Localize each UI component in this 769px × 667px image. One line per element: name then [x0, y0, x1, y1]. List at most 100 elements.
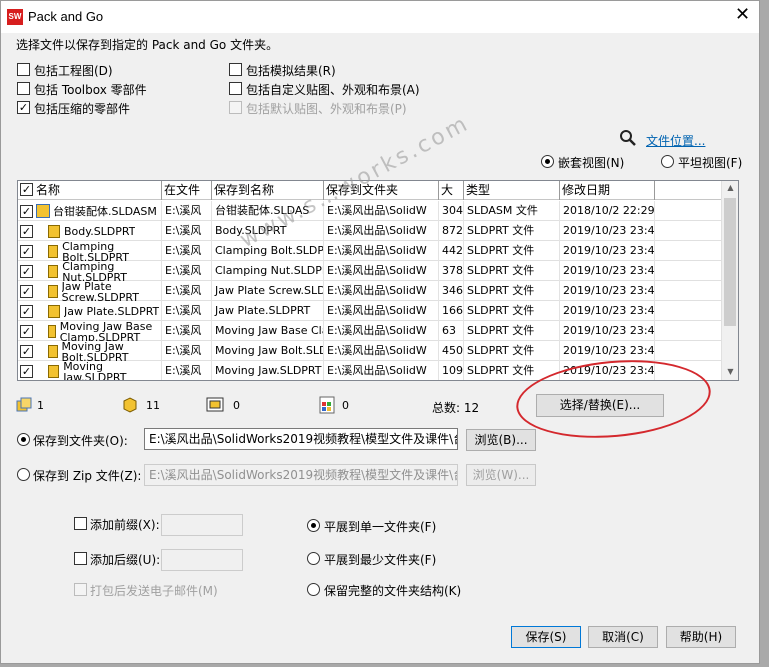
column-header-size[interactable]: 大 [439, 181, 464, 200]
cell-name: Clamping Nut.SLDPRT [34, 261, 162, 281]
part-icon [48, 324, 56, 338]
table-row[interactable]: ✓ Jaw Plate.SLDPRT E:\溪风 Jaw Plate.SLDPRT E:… [18, 301, 722, 321]
row-checkbox[interactable]: ✓ [20, 245, 33, 258]
include-toolbox-label: 包括 Toolbox 零部件 [34, 83, 147, 97]
file-list-table: ✓ 名称 在文件 保存到名称 保存到文件夹 大 类型 修改日期 ✓ 台钳装配体.S… [17, 180, 739, 381]
include-default-decals-checkbox[interactable] [229, 101, 242, 114]
save-folder-path-input[interactable]: E:\溪风出品\SolidWorks2019视频教程\模型文件及课件\台 [144, 428, 458, 450]
column-header-name[interactable]: 名称 [34, 181, 162, 200]
table-row[interactable]: ✓ Clamping Nut.SLDPRT E:\溪风 Clamping Nut.SL… [18, 261, 722, 281]
cell-size: 166 [439, 301, 464, 321]
pack-and-go-dialog: SW Pack and Go ✕ 选择文件以保存到指定的 Pack and Go… [0, 0, 760, 664]
row-checkbox[interactable]: ✓ [20, 325, 33, 338]
other-files-count: 0 [342, 399, 349, 412]
assembly-count: 1 [37, 399, 44, 412]
cell-date: 2019/10/23 23:45: [560, 321, 655, 341]
cell-name: Body.SLDPRT [34, 221, 162, 241]
cell-name: Moving Jaw Base Clamp.SLDPRT [34, 321, 162, 341]
cell-size: 872 [439, 221, 464, 241]
send-email-checkbox[interactable] [74, 583, 87, 596]
cell-type: SLDPRT 文件 [464, 301, 560, 321]
part-icon [48, 284, 58, 298]
nested-view-radio[interactable] [541, 155, 554, 168]
scroll-thumb[interactable] [724, 198, 736, 326]
cell-size: 63 [439, 321, 464, 341]
column-header-in-folder[interactable]: 在文件 [162, 181, 212, 200]
window-title: Pack and Go [28, 9, 104, 24]
cell-type: SLDPRT 文件 [464, 241, 560, 261]
table-row[interactable]: ✓ Clamping Bolt.SLDPRT E:\溪风 Clamping Bolt.… [18, 241, 722, 261]
file-location-link[interactable]: 文件位置... [646, 132, 705, 149]
save-to-zip-label: 保存到 Zip 文件(Z): [33, 469, 142, 483]
include-toolbox-checkbox[interactable] [17, 82, 30, 95]
cell-save-name: Clamping Nut.SLDPR [212, 261, 324, 281]
assembly-count-icon [15, 396, 32, 412]
part-count-icon [121, 396, 137, 413]
background-panel [760, 0, 769, 667]
suffix-input[interactable] [161, 549, 243, 571]
row-checkbox[interactable]: ✓ [20, 365, 33, 378]
search-icon[interactable] [619, 129, 637, 150]
include-simulation-checkbox[interactable] [229, 63, 242, 76]
cell-date: 2019/10/23 23:45: [560, 221, 655, 241]
cell-save-folder: E:\溪风出品\SolidW [324, 321, 439, 341]
close-button[interactable]: ✕ [735, 5, 750, 25]
cell-save-folder: E:\溪风出品\SolidW [324, 341, 439, 361]
scroll-down-arrow-icon[interactable]: ▼ [722, 367, 738, 376]
cell-save-folder: E:\溪风出品\SolidW [324, 221, 439, 241]
save-to-zip-radio[interactable] [17, 468, 30, 481]
table-row[interactable]: ✓ 台钳装配体.SLDASM E:\溪风 台钳装配体.SLDAS E:\溪风出品\Sol… [18, 201, 722, 221]
cell-size: 450 [439, 341, 464, 361]
row-checkbox[interactable]: ✓ [20, 285, 33, 298]
cell-folder: E:\溪风 [162, 301, 212, 321]
row-checkbox[interactable]: ✓ [20, 265, 33, 278]
cell-type: SLDASM 文件 [464, 201, 560, 221]
cell-name: 台钳装配体.SLDASM [34, 201, 162, 221]
browse-folder-button[interactable]: 浏览(B)... [466, 429, 536, 451]
table-scrollbar[interactable]: ▲ ▼ [721, 181, 738, 380]
include-drawings-checkbox[interactable] [17, 63, 30, 76]
drawing-count: 0 [233, 399, 240, 412]
save-zip-path-input[interactable]: E:\溪风出品\SolidWorks2019视频教程\模型文件及课件\台 [144, 464, 458, 486]
flat-view-radio[interactable] [661, 155, 674, 168]
row-checkbox[interactable]: ✓ [20, 205, 33, 218]
select-all-checkbox[interactable]: ✓ [20, 183, 33, 196]
prefix-input[interactable] [161, 514, 243, 536]
include-drawings-label: 包括工程图(D) [34, 64, 113, 78]
cell-name: Jaw Plate Screw.SLDPRT [34, 281, 162, 301]
cell-save-name: Moving Jaw.SLDPRT [212, 361, 324, 380]
cell-size: 304 [439, 201, 464, 221]
cell-name: Clamping Bolt.SLDPRT [34, 241, 162, 261]
cell-date: 2019/10/23 23:45: [560, 261, 655, 281]
add-prefix-checkbox[interactable] [74, 517, 87, 530]
add-suffix-checkbox[interactable] [74, 552, 87, 565]
row-checkbox[interactable]: ✓ [20, 345, 33, 358]
table-row[interactable]: ✓ Body.SLDPRT E:\溪风 Body.SLDPRT E:\溪风出品\Soli… [18, 221, 722, 241]
save-button[interactable]: 保存(S) [511, 626, 581, 648]
cancel-button[interactable]: 取消(C) [588, 626, 658, 648]
intro-text: 选择文件以保存到指定的 Pack and Go 文件夹。 [16, 38, 279, 52]
solidworks-logo-icon: SW [7, 9, 23, 25]
column-header-date[interactable]: 修改日期 [560, 181, 655, 200]
add-prefix-label: 添加前缀(X): [90, 518, 160, 532]
cell-date: 2019/10/23 23:45: [560, 301, 655, 321]
flatten-fewest-radio[interactable] [307, 552, 320, 565]
browse-zip-button[interactable]: 浏览(W)... [466, 464, 536, 486]
include-custom-decals-label: 包括自定义贴图、外观和布景(A) [246, 83, 420, 97]
column-header-type[interactable]: 类型 [464, 181, 560, 200]
cell-save-folder: E:\溪风出品\SolidW [324, 361, 439, 380]
include-custom-decals-checkbox[interactable] [229, 82, 242, 95]
scroll-up-arrow-icon[interactable]: ▲ [722, 183, 738, 192]
include-suppressed-checkbox[interactable]: ✓ [17, 101, 30, 114]
file-name: Body.SLDPRT [64, 225, 136, 237]
save-to-folder-radio[interactable] [17, 433, 30, 446]
table-row[interactable]: ✓ Moving Jaw Base Clamp.SLDPRT E:\溪风 Moving… [18, 321, 722, 341]
table-row[interactable]: ✓ Moving Jaw Bolt.SLDPRT E:\溪风 Moving Jaw B… [18, 341, 722, 361]
row-checkbox[interactable]: ✓ [20, 225, 33, 238]
flatten-single-radio[interactable] [307, 519, 320, 532]
help-button[interactable]: 帮助(H) [666, 626, 736, 648]
keep-structure-radio[interactable] [307, 583, 320, 596]
cell-folder: E:\溪风 [162, 341, 212, 361]
table-row[interactable]: ✓ Jaw Plate Screw.SLDPRT E:\溪风 Jaw Plate Sc… [18, 281, 722, 301]
row-checkbox[interactable]: ✓ [20, 305, 33, 318]
